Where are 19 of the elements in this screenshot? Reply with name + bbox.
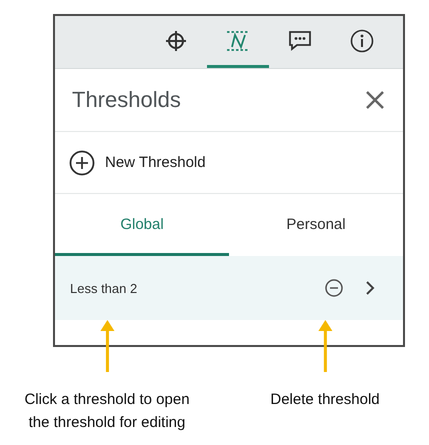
info-icon [350,28,374,52]
close-icon [365,90,385,110]
open-button[interactable] [365,280,375,296]
threshold-name: Less than 2 [70,280,138,296]
threshold-row[interactable]: Less than 2 [55,256,403,320]
arrow-icon [318,320,332,372]
annotation-text: Delete threshold [270,390,380,410]
close-button[interactable] [365,90,385,110]
delete-button[interactable] [325,279,343,297]
new-threshold-button[interactable]: New Threshold [69,150,206,176]
tab[interactable]: Personal [229,194,403,256]
panel-title: Thresholds [72,87,181,113]
minus-circle-icon [325,279,343,297]
annotation-text: Click a threshold to open the threshold for editing [24,390,190,433]
arrow-icon [100,320,114,372]
plus-circle-icon [69,150,95,176]
chat-icon [288,30,312,52]
crosshair-icon [165,30,187,52]
chevron-right-icon [365,280,375,296]
